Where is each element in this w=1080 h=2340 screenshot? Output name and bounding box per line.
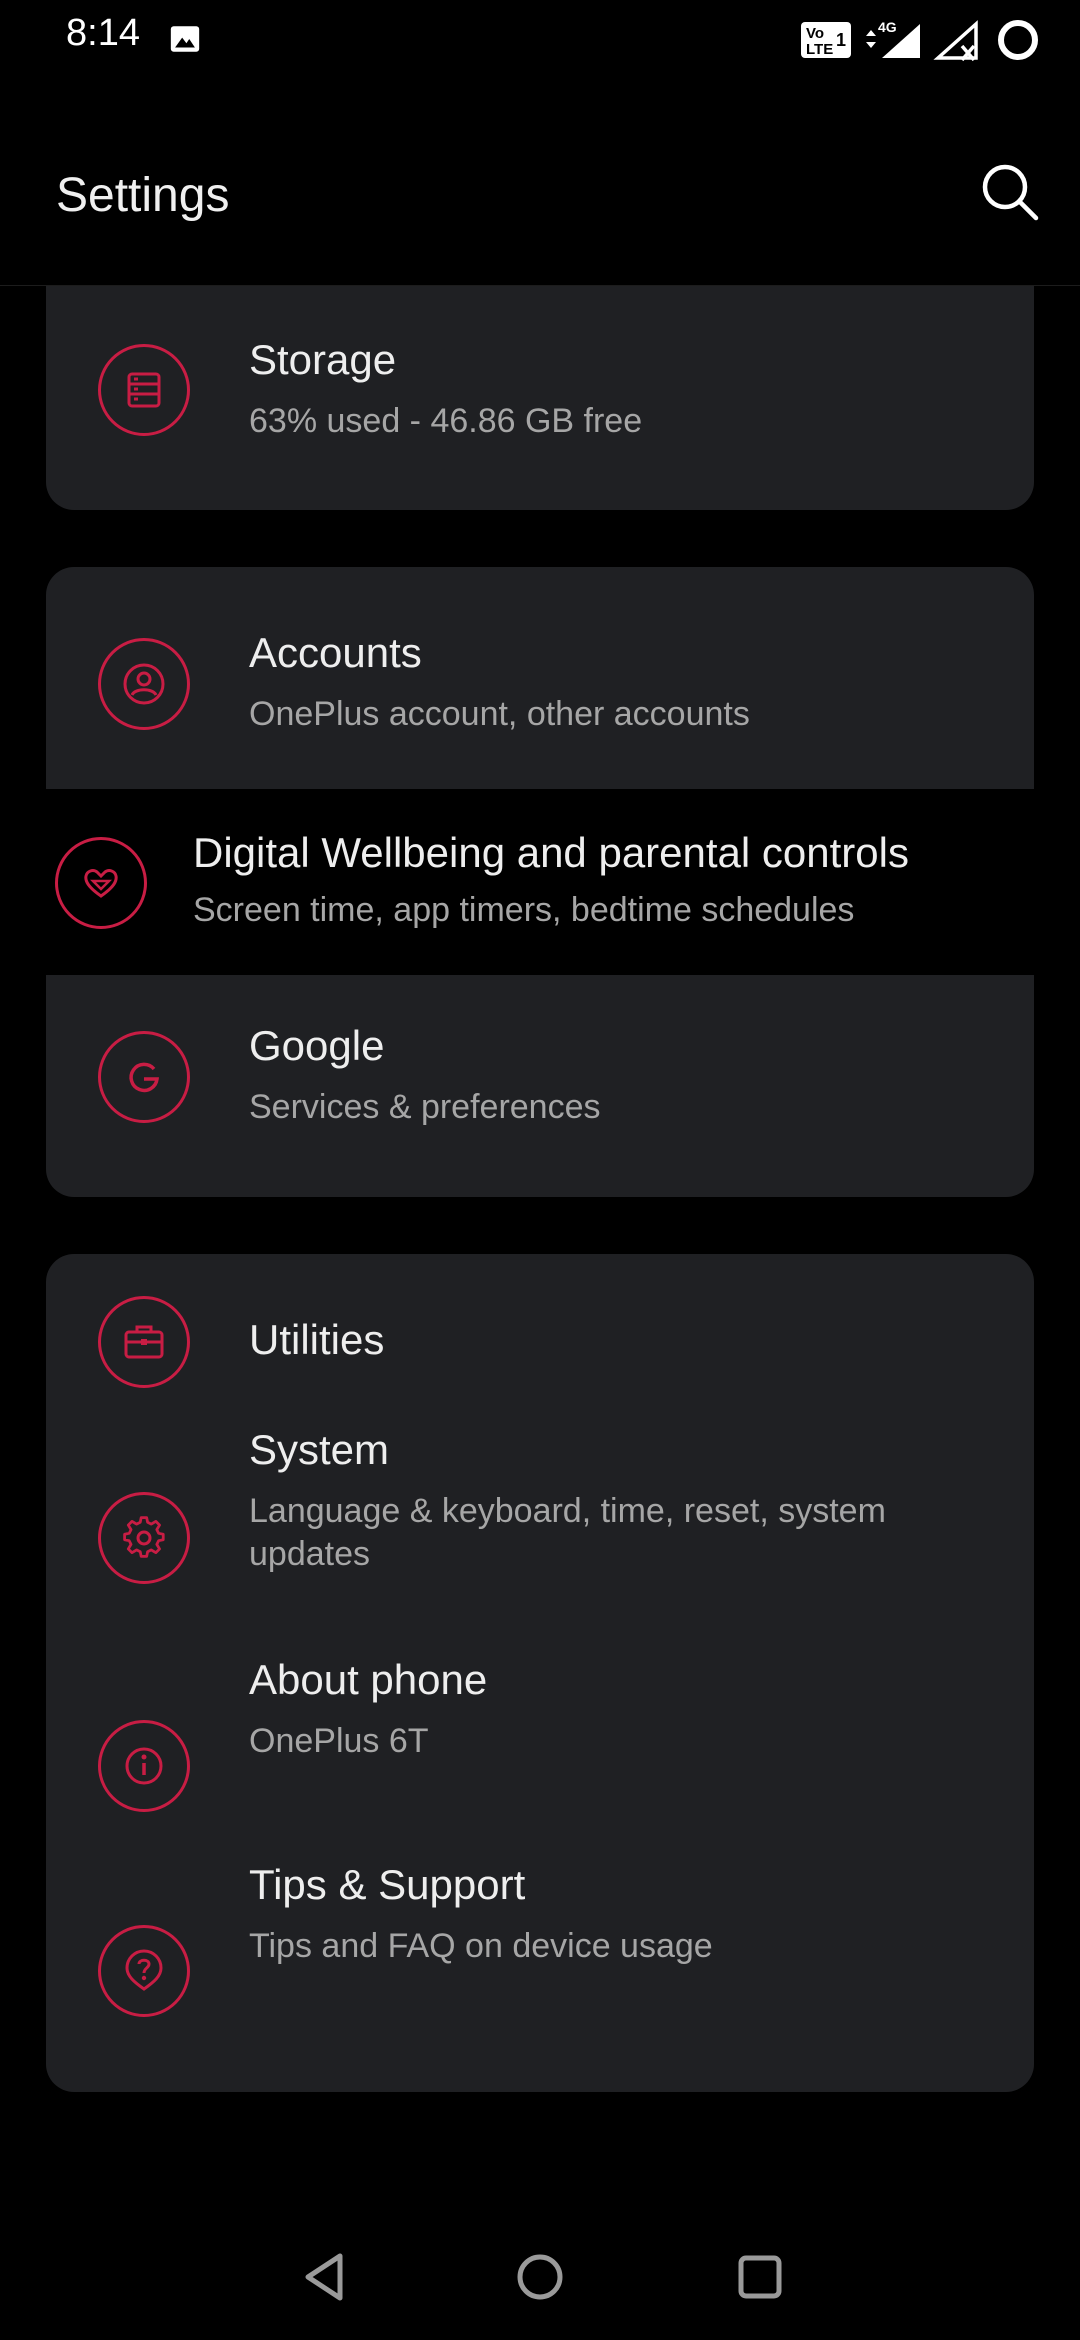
gear-icon <box>98 1492 190 1584</box>
status-bar: 8:14 Vo LTE 1 4G <box>0 0 1080 80</box>
status-time: 8:14 <box>66 12 140 54</box>
recents-icon[interactable] <box>725 2242 795 2312</box>
accounts-title: Accounts <box>249 629 422 676</box>
settings-item-google[interactable]: Google Services & preferences <box>46 975 1034 1197</box>
settings-item-wellbeing[interactable]: Digital Wellbeing and parental controls … <box>0 789 1080 975</box>
system-title: System <box>249 1426 390 1473</box>
settings-item-about[interactable]: About phone OnePlus 6T <box>46 1656 1034 1861</box>
settings-card-google: Google Services & preferences <box>46 975 1034 1197</box>
settings-card-system: Utilities System Language & keyboard, ti… <box>46 1254 1034 2092</box>
about-title: About phone <box>249 1656 488 1703</box>
storage-subtitle: 63% used - 46.86 GB free <box>249 402 643 440</box>
help-icon <box>98 1925 190 2017</box>
utilities-title: Utilities <box>249 1316 385 1363</box>
storage-icon <box>98 344 190 436</box>
back-icon[interactable] <box>290 2242 360 2312</box>
google-subtitle: Services & preferences <box>249 1088 601 1126</box>
search-icon <box>982 164 1039 221</box>
gallery-icon <box>170 26 200 52</box>
settings-item-system[interactable]: System Language & keyboard, time, reset,… <box>46 1426 1034 1656</box>
account-icon <box>98 638 190 730</box>
battery-ring-icon <box>998 20 1038 60</box>
tips-title: Tips & Support <box>249 1861 526 1908</box>
home-icon[interactable] <box>505 2242 575 2312</box>
settings-item-storage[interactable]: Storage 63% used - 46.86 GB free <box>46 286 1034 510</box>
heart-icon <box>55 837 147 929</box>
about-subtitle: OnePlus 6T <box>249 1722 429 1760</box>
settings-item-accounts[interactable]: Accounts OnePlus account, other accounts <box>46 567 1034 789</box>
svg-text:4G: 4G <box>878 19 897 35</box>
volte-icon: Vo LTE 1 <box>801 22 851 58</box>
page-title: Settings <box>56 169 230 222</box>
settings-card-storage: Storage 63% used - 46.86 GB free <box>46 286 1034 510</box>
google-icon <box>98 1031 190 1123</box>
wellbeing-subtitle: Screen time, app timers, bedtime schedul… <box>193 891 855 929</box>
accounts-subtitle: OnePlus account, other accounts <box>249 695 750 733</box>
search-button[interactable] <box>978 160 1042 224</box>
settings-item-utilities[interactable]: Utilities <box>46 1254 1034 1426</box>
info-icon <box>98 1720 190 1812</box>
svg-text:LTE: LTE <box>806 41 833 58</box>
storage-title: Storage <box>249 336 397 383</box>
svg-text:1: 1 <box>836 30 846 50</box>
briefcase-icon <box>98 1296 190 1388</box>
system-subtitle: Language & keyboard, time, reset, system… <box>249 1492 886 1573</box>
settings-card-accounts: Accounts OnePlus account, other accounts <box>46 567 1034 789</box>
app-bar: Settings <box>0 80 1080 286</box>
settings-item-tips[interactable]: Tips & Support Tips and FAQ on device us… <box>46 1861 1034 2092</box>
svg-text:Vo: Vo <box>806 25 824 42</box>
google-title: Google <box>249 1022 385 1069</box>
tips-subtitle: Tips and FAQ on device usage <box>249 1927 713 1965</box>
no-signal-icon <box>933 20 978 62</box>
4g-signal-icon: 4G <box>866 19 920 58</box>
navigation-bar <box>0 2220 1080 2340</box>
wellbeing-title: Digital Wellbeing and parental controls <box>193 829 909 876</box>
